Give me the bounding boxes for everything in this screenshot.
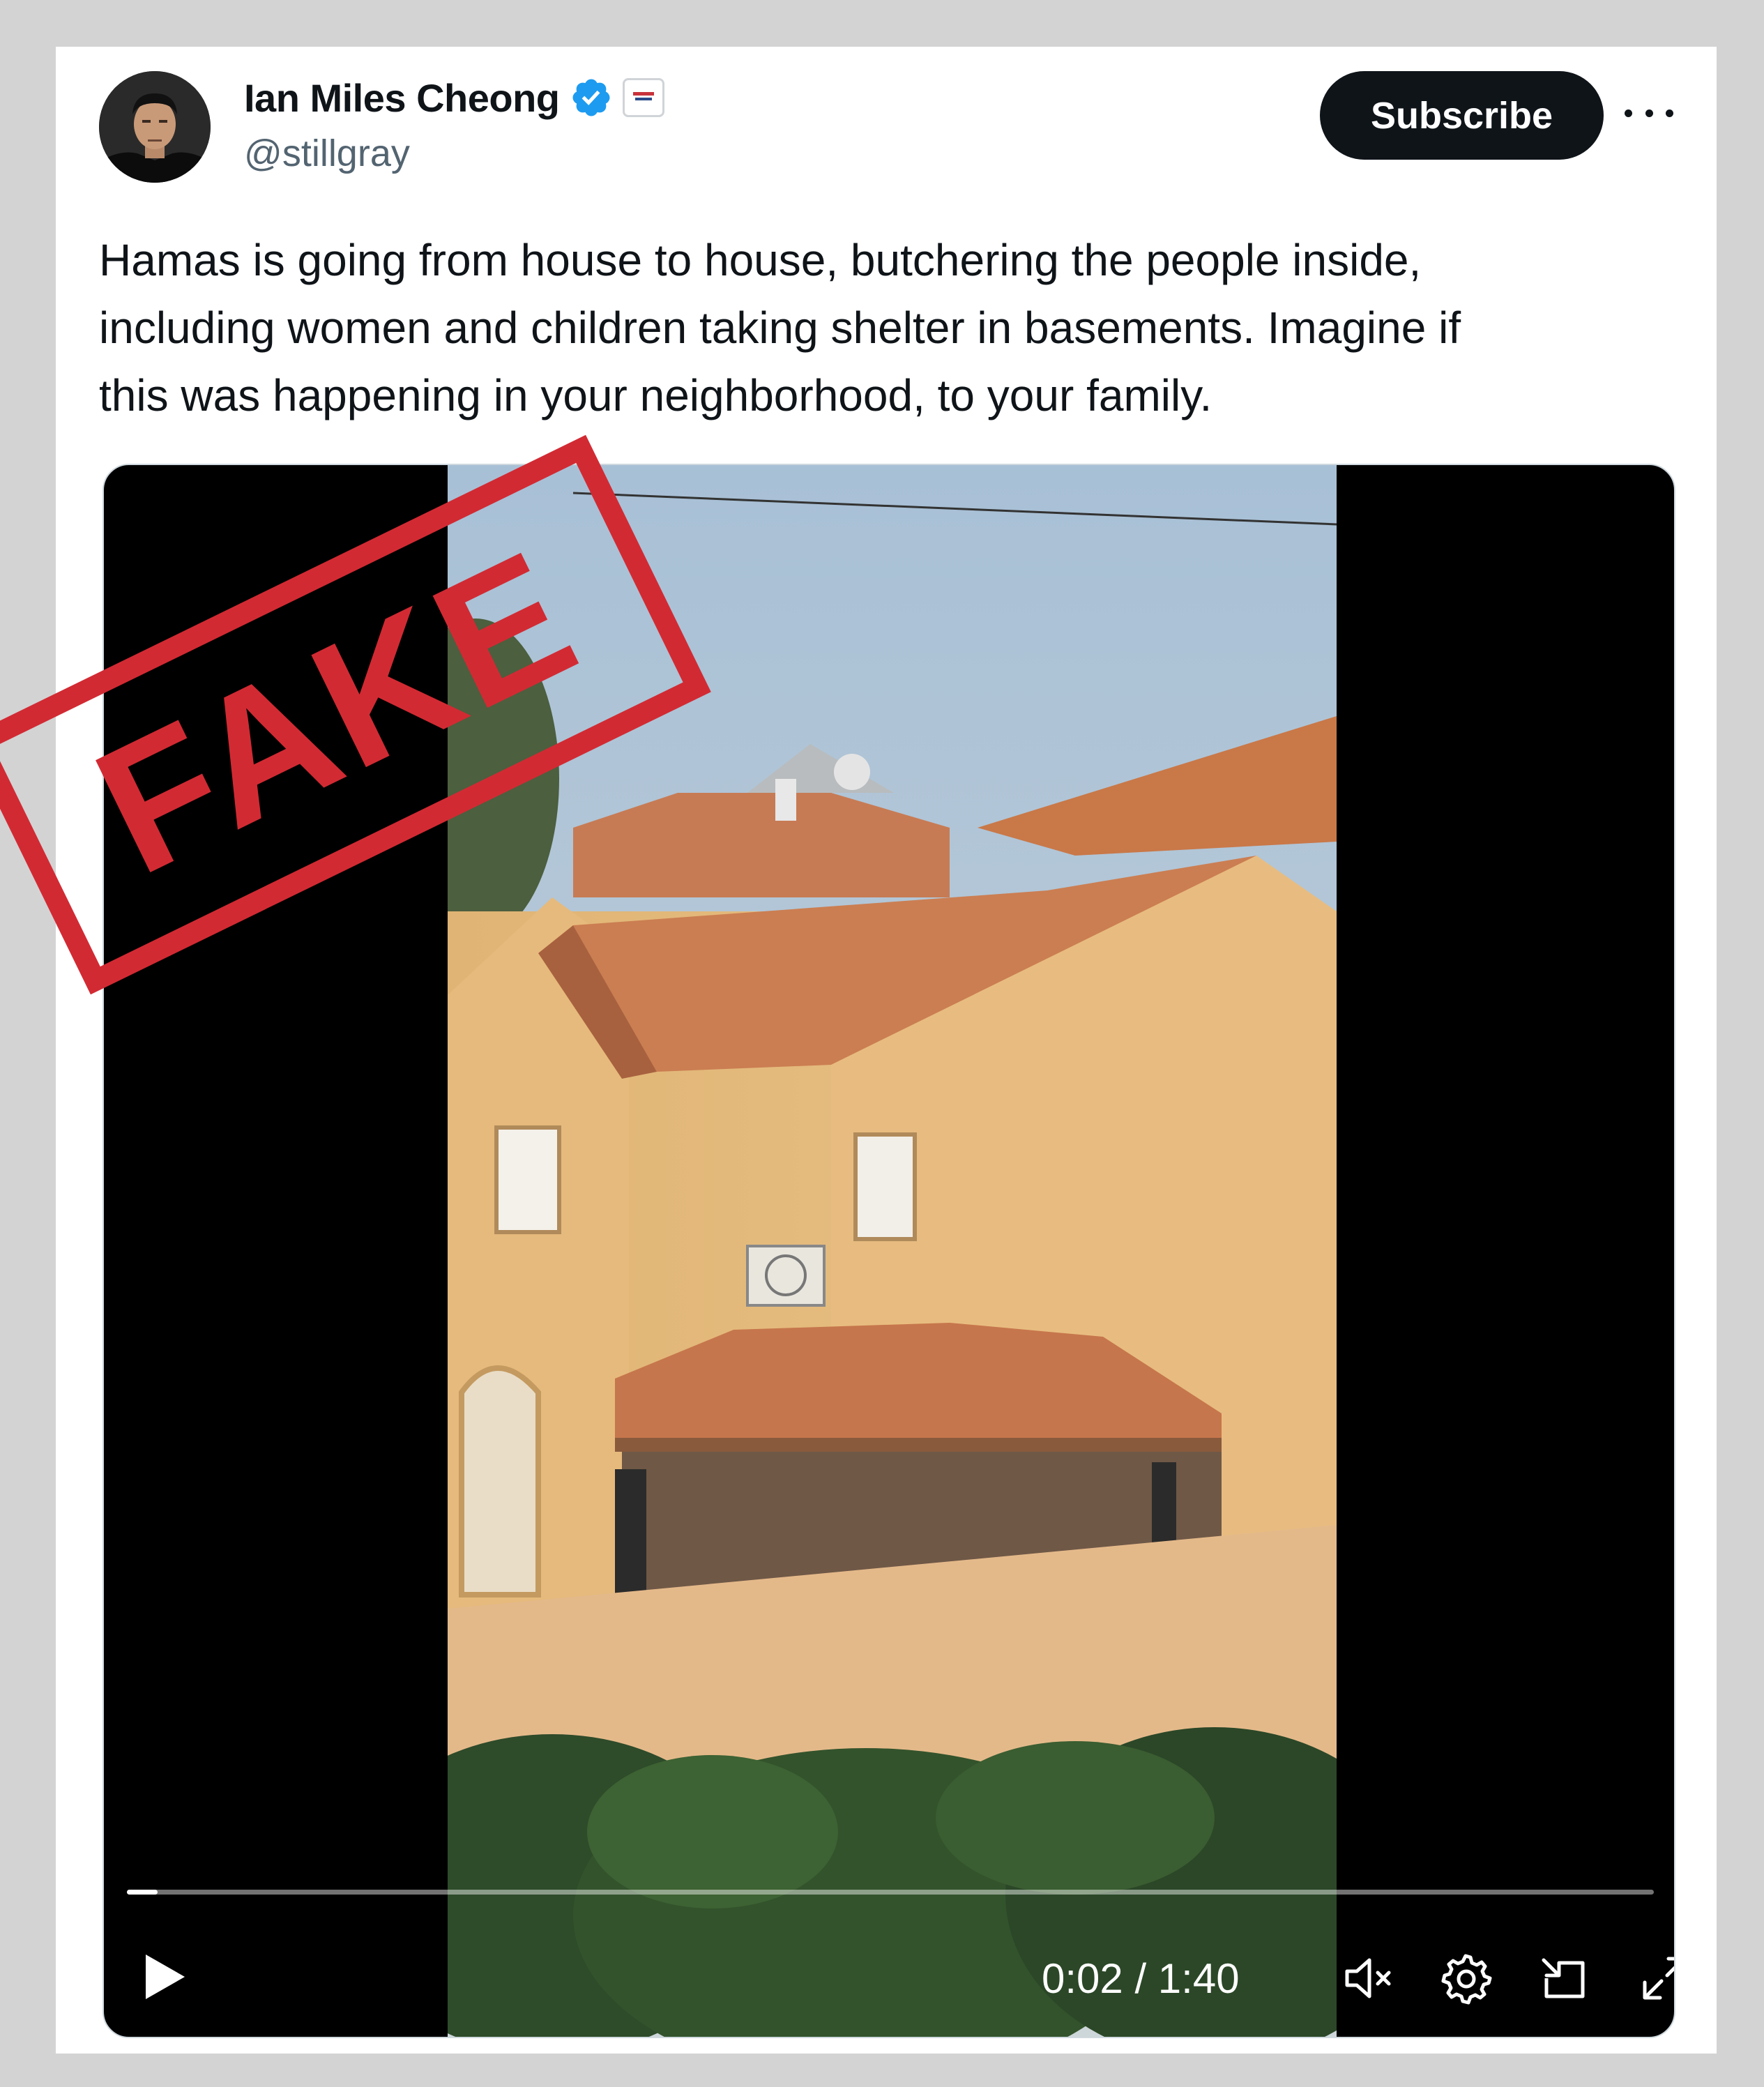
video-time-display: 0:02 / 1:40 bbox=[1042, 1955, 1240, 2002]
tweet-text: Hamas is going from house to house, butc… bbox=[99, 227, 1668, 430]
video-player[interactable]: 0:02 / 1:40 bbox=[102, 464, 1675, 2038]
author-name[interactable]: Ian Miles Cheong bbox=[244, 75, 560, 121]
verified-badge-icon[interactable] bbox=[570, 76, 613, 119]
play-icon[interactable] bbox=[140, 1950, 189, 2003]
tweet-text-line: Hamas is going from house to house, butc… bbox=[99, 235, 1422, 285]
subscribe-button[interactable]: Subscribe bbox=[1320, 71, 1604, 160]
tweet-text-line: this was happening in your neighborhood,… bbox=[99, 370, 1212, 420]
author-handle[interactable]: @stillgray bbox=[244, 132, 410, 175]
picture-in-picture-icon[interactable] bbox=[1537, 1950, 1592, 2006]
author-name-row: Ian Miles Cheong bbox=[244, 73, 664, 122]
fullscreen-icon[interactable] bbox=[1636, 1950, 1675, 2006]
video-progress-fill bbox=[127, 1890, 158, 1895]
affiliate-badge-icon[interactable] bbox=[622, 78, 664, 117]
tweet-card: Ian Miles Cheong @stillgray Subscribe Ha… bbox=[56, 47, 1717, 2054]
video-progress-bar[interactable] bbox=[127, 1890, 1654, 1895]
author-avatar[interactable] bbox=[99, 71, 211, 183]
more-options-icon[interactable] bbox=[1625, 99, 1673, 127]
video-frame-image bbox=[448, 465, 1337, 2037]
video-duration: 1:40 bbox=[1157, 1955, 1240, 2002]
mute-icon[interactable] bbox=[1340, 1950, 1396, 2006]
video-current-time: 0:02 bbox=[1042, 1955, 1123, 2002]
settings-icon[interactable] bbox=[1438, 1950, 1493, 2006]
tweet-text-line: including women and children taking shel… bbox=[99, 303, 1461, 353]
